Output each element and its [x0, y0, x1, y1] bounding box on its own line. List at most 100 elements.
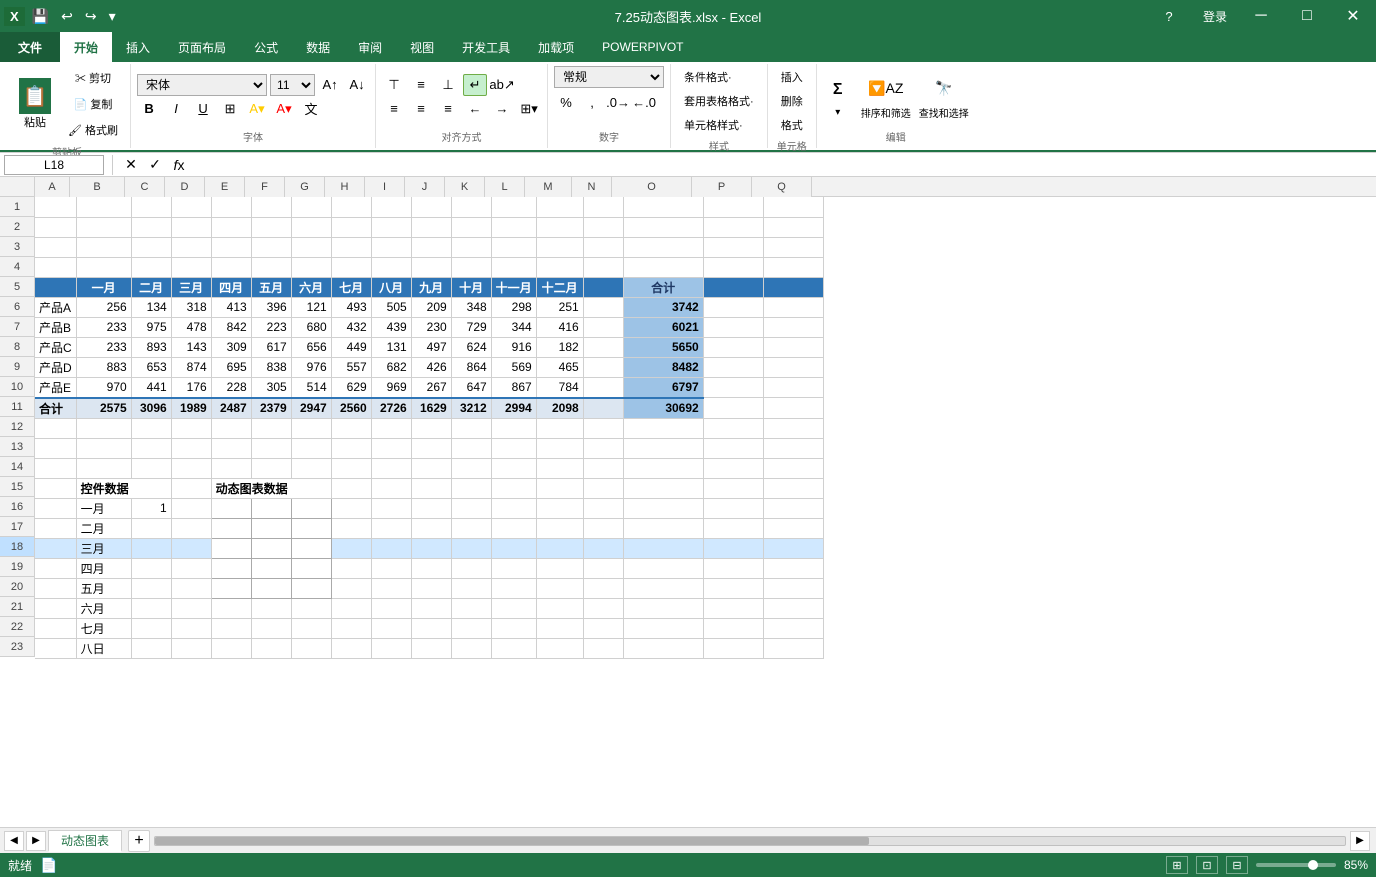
add-sheet-button[interactable]: +	[128, 830, 150, 852]
format-painter-button[interactable]: 🖌 格式刷	[62, 118, 124, 142]
row-num-19[interactable]: 19	[0, 557, 35, 577]
col-header-P[interactable]: P	[692, 177, 752, 197]
fill-color-button[interactable]: A▾	[245, 98, 269, 120]
align-center-button[interactable]: ≡	[409, 98, 433, 120]
horizontal-scrollbar[interactable]	[154, 834, 1346, 848]
cell-reference-input[interactable]	[4, 155, 104, 175]
row-num-18[interactable]: 18	[0, 537, 35, 557]
formula-input[interactable]	[193, 155, 1372, 175]
sort-filter-button[interactable]: 🔽AZ	[871, 73, 901, 103]
align-top-button[interactable]: ⊤	[382, 74, 406, 96]
orientation-button[interactable]: ab↗	[490, 74, 514, 96]
wrap-text-button[interactable]: ↵	[463, 74, 487, 96]
minimize-button[interactable]: ─	[1238, 0, 1284, 32]
font-size-select[interactable]: 11	[270, 74, 315, 96]
sheet-nav-left-button[interactable]: ◀	[4, 831, 24, 851]
col-header-M[interactable]: M	[525, 177, 572, 197]
normal-view-button[interactable]: ⊞	[1166, 856, 1188, 874]
decrease-font-button[interactable]: A↓	[345, 74, 369, 96]
row-num-13[interactable]: 13	[0, 437, 35, 457]
row-num-2[interactable]: 2	[0, 217, 35, 237]
confirm-formula-button[interactable]: ✓	[145, 155, 165, 175]
col-header-C[interactable]: C	[125, 177, 165, 197]
align-left-button[interactable]: ≡	[382, 98, 406, 120]
sheet-nav-right-button[interactable]: ▶	[26, 831, 46, 851]
align-right-button[interactable]: ≡	[436, 98, 460, 120]
page-break-view-button[interactable]: ⊟	[1226, 856, 1248, 874]
increase-indent-button[interactable]: →	[490, 98, 514, 120]
decrease-indent-button[interactable]: ←	[463, 98, 487, 120]
row-num-5[interactable]: 5	[0, 277, 35, 297]
col-header-O[interactable]: O	[612, 177, 692, 197]
tab-review[interactable]: 审阅	[344, 32, 396, 62]
col-header-N[interactable]: N	[572, 177, 612, 197]
row-num-17[interactable]: 17	[0, 517, 35, 537]
align-bottom-button[interactable]: ⊥	[436, 74, 460, 96]
sheet-tab-dynamic-chart[interactable]: 动态图表	[48, 830, 122, 852]
col-header-F[interactable]: F	[245, 177, 285, 197]
close-button[interactable]: ✕	[1330, 0, 1376, 32]
row-num-8[interactable]: 8	[0, 337, 35, 357]
format-cell-button[interactable]: 格式	[774, 114, 810, 136]
increase-decimal-button[interactable]: .0→	[606, 91, 630, 113]
align-middle-button[interactable]: ≡	[409, 74, 433, 96]
login-button[interactable]: 登录	[1192, 0, 1238, 32]
row-num-14[interactable]: 14	[0, 457, 35, 477]
tab-data[interactable]: 数据	[292, 32, 344, 62]
tab-home[interactable]: 开始	[60, 32, 112, 62]
row-num-3[interactable]: 3	[0, 237, 35, 257]
cut-button[interactable]: ✂ 剪切	[62, 66, 124, 90]
zoom-slider[interactable]	[1256, 863, 1336, 867]
copy-button[interactable]: 📄 复制	[62, 92, 124, 116]
col-header-J[interactable]: J	[405, 177, 445, 197]
increase-font-button[interactable]: A↑	[318, 74, 342, 96]
col-header-B[interactable]: B	[70, 177, 125, 197]
row-num-11[interactable]: 11	[0, 397, 35, 417]
wubi-button[interactable]: 文	[299, 98, 323, 120]
cell-style-button[interactable]: 单元格样式·	[677, 114, 750, 136]
bold-button[interactable]: B	[137, 98, 161, 120]
tab-insert[interactable]: 插入	[112, 32, 164, 62]
quick-access-dropdown-icon[interactable]: ▾	[104, 4, 121, 29]
tab-layout[interactable]: 页面布局	[164, 32, 240, 62]
conditional-format-button[interactable]: 条件格式·	[677, 66, 739, 88]
table-format-button[interactable]: 套用表格格式·	[677, 90, 761, 112]
find-select-button[interactable]: 🔭	[929, 73, 959, 103]
scroll-right-button[interactable]: ▶	[1350, 831, 1370, 851]
col-header-E[interactable]: E	[205, 177, 245, 197]
comma-button[interactable]: ,	[580, 91, 604, 113]
row-num-21[interactable]: 21	[0, 597, 35, 617]
row-num-6[interactable]: 6	[0, 297, 35, 317]
restore-button[interactable]: □	[1284, 0, 1330, 32]
decrease-decimal-button[interactable]: ←.0	[632, 91, 656, 113]
row-num-7[interactable]: 7	[0, 317, 35, 337]
col-header-G[interactable]: G	[285, 177, 325, 197]
row-num-23[interactable]: 23	[0, 637, 35, 657]
insert-cell-button[interactable]: 插入	[774, 66, 810, 88]
redo-icon[interactable]: ↪	[80, 4, 102, 29]
tab-formula[interactable]: 公式	[240, 32, 292, 62]
tab-addins[interactable]: 加载项	[524, 32, 588, 62]
font-name-select[interactable]: 宋体	[137, 74, 267, 96]
page-layout-icon[interactable]: 📄	[40, 857, 57, 874]
row-num-10[interactable]: 10	[0, 377, 35, 397]
number-format-select[interactable]: 常规	[554, 66, 664, 88]
delete-cell-button[interactable]: 删除	[774, 90, 810, 112]
tab-file[interactable]: 文件	[0, 32, 60, 62]
tab-dev[interactable]: 开发工具	[448, 32, 524, 62]
col-header-L[interactable]: L	[485, 177, 525, 197]
percent-button[interactable]: %	[554, 91, 578, 113]
row-num-12[interactable]: 12	[0, 417, 35, 437]
insert-function-button[interactable]: fx	[169, 155, 189, 175]
row-num-16[interactable]: 16	[0, 497, 35, 517]
col-header-A[interactable]: A	[35, 177, 70, 197]
help-icon[interactable]: ?	[1146, 0, 1192, 32]
row-num-15[interactable]: 15	[0, 477, 35, 497]
row-num-9[interactable]: 9	[0, 357, 35, 377]
italic-button[interactable]: I	[164, 98, 188, 120]
sum-button[interactable]: Σ	[823, 75, 853, 105]
save-icon[interactable]: 💾	[27, 4, 54, 29]
paste-button[interactable]: 📋 粘贴	[10, 73, 60, 135]
col-header-D[interactable]: D	[165, 177, 205, 197]
row-num-4[interactable]: 4	[0, 257, 35, 277]
